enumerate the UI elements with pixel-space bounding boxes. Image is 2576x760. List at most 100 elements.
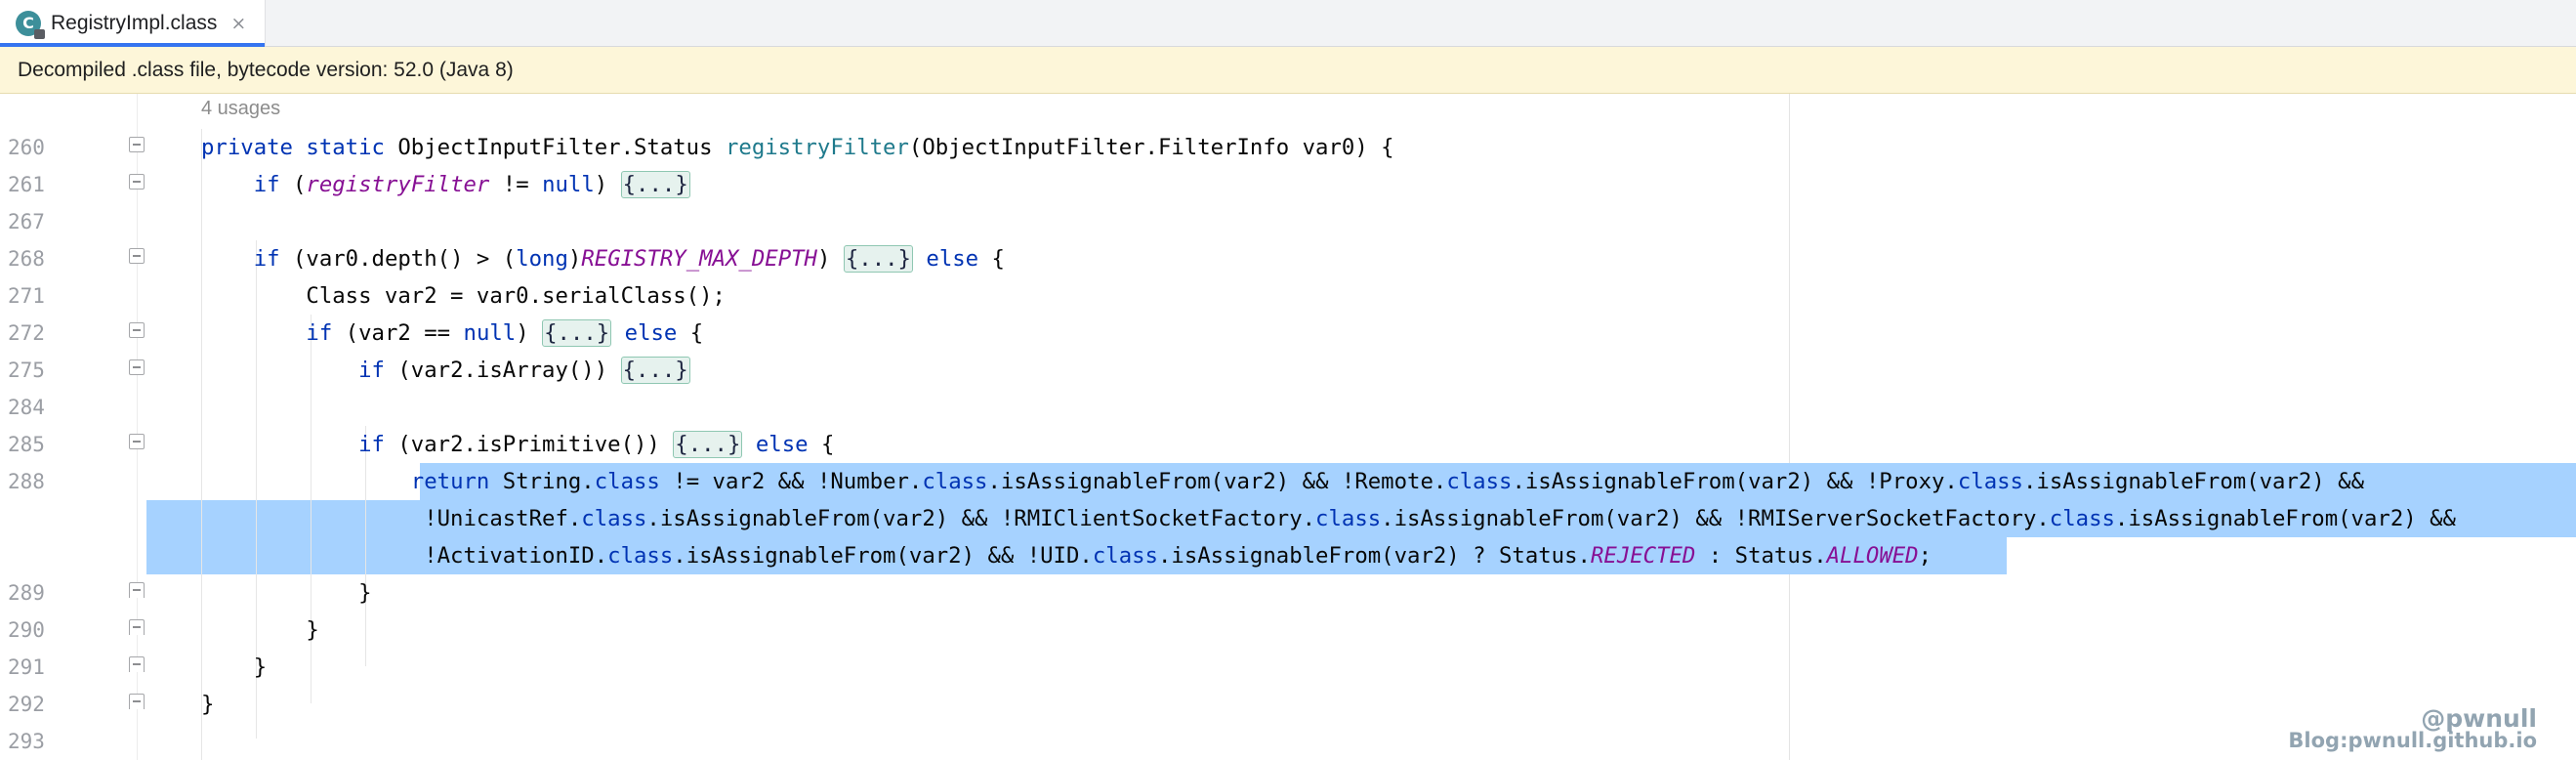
code-line[interactable]: return String.class != var2 && !Number.c… — [201, 467, 2364, 496]
line-number[interactable]: 284 — [8, 393, 66, 422]
fold-minus-icon[interactable] — [129, 137, 145, 152]
line-number[interactable]: 261 — [8, 170, 66, 199]
keyword-token: class — [1446, 469, 1513, 494]
fold-end-icon[interactable] — [129, 694, 145, 709]
code-token: .isAssignableFrom(var2) && !UID. — [673, 543, 1093, 569]
keyword-token: class — [1957, 469, 2023, 494]
line-number[interactable]: 290 — [8, 615, 66, 645]
keyword-token: if — [253, 172, 293, 197]
fold-minus-icon[interactable] — [129, 248, 145, 264]
folded-code-placeholder[interactable]: {...} — [620, 357, 690, 384]
code-token: .isAssignableFrom(var2) && !Proxy. — [1512, 469, 1958, 494]
code-token: !UnicastRef. — [201, 506, 582, 531]
fold-minus-icon[interactable] — [129, 359, 145, 375]
code-token: .isAssignableFrom(var2) ? Status. — [1157, 543, 1591, 569]
code-line[interactable]: if (var2.isPrimitive()) {...} else { — [201, 430, 834, 459]
line-number[interactable]: 275 — [8, 356, 66, 385]
decompiled-banner: Decompiled .class file, bytecode version… — [0, 47, 2576, 94]
keyword-token: else — [624, 320, 678, 346]
static-field-token: registryFilter — [306, 172, 490, 197]
banner-text: Decompiled .class file, bytecode version… — [18, 58, 514, 81]
code-token: (var2 == — [345, 320, 464, 346]
code-editor[interactable]: 4 usages 260 private static ObjectInputFi… — [0, 94, 2576, 760]
line-number[interactable]: 291 — [8, 653, 66, 682]
code-token: String. — [502, 469, 595, 494]
code-line[interactable]: if (registryFilter != null) {...} — [201, 170, 690, 199]
code-token: ) — [567, 246, 582, 272]
code-token: (var0.depth() > ( — [292, 246, 517, 272]
tab-label: RegistryImpl.class — [51, 11, 218, 34]
usages-inlay-hint[interactable]: 4 usages — [201, 94, 280, 123]
line-number[interactable]: 292 — [8, 690, 66, 719]
keyword-token: null — [542, 172, 595, 197]
code-line[interactable]: if (var0.depth() > (long)REGISTRY_MAX_DE… — [201, 244, 1005, 274]
line-number[interactable]: 260 — [8, 133, 66, 162]
line-number[interactable]: 268 — [8, 244, 66, 274]
method-name-token: registryFilter — [725, 135, 909, 160]
keyword-token: if — [306, 320, 346, 346]
folded-code-placeholder[interactable]: {...} — [673, 431, 743, 458]
code-token: != — [489, 172, 543, 197]
code-token: { — [808, 432, 835, 457]
folded-code-placeholder[interactable]: {...} — [843, 245, 913, 273]
code-line[interactable]: !ActivationID.class.isAssignableFrom(var… — [201, 541, 1932, 570]
code-line[interactable]: } — [201, 690, 214, 719]
fold-end-icon[interactable] — [129, 619, 145, 635]
code-token: (var2.isPrimitive()) — [397, 432, 674, 457]
static-field-token: ALLOWED — [1826, 543, 1919, 569]
keyword-token: long — [516, 246, 568, 272]
line-number[interactable]: 288 — [8, 467, 66, 496]
code-line[interactable]: !UnicastRef. class.isAssignableFrom(var2)… — [201, 504, 2456, 533]
fold-minus-icon[interactable] — [129, 322, 145, 338]
code-line[interactable]: if (var2.isArray()) {...} — [201, 356, 690, 385]
code-token: != var2 && !Number. — [659, 469, 923, 494]
code-line[interactable]: } — [201, 578, 371, 608]
code-token: ) — [816, 246, 844, 272]
keyword-token: private static — [201, 135, 398, 160]
code-token: .isAssignableFrom(var2) && — [2022, 469, 2365, 494]
keyword-token: else — [755, 432, 809, 457]
keyword-token: class — [594, 469, 660, 494]
code-line[interactable]: if (var2 == null) {...} else { — [201, 318, 703, 348]
line-number[interactable]: 267 — [8, 207, 66, 236]
line-number[interactable] — [8, 504, 66, 533]
fold-minus-icon[interactable] — [129, 434, 145, 449]
keyword-token: else — [926, 246, 979, 272]
code-token: ( — [292, 172, 307, 197]
code-line[interactable]: private static ObjectInputFilter.Status … — [201, 133, 1394, 162]
keyword-token: return — [410, 469, 503, 494]
static-field-token: REJECTED — [1590, 543, 1696, 569]
line-number[interactable]: 272 — [8, 318, 66, 348]
code-token: ObjectInputFilter.Status — [397, 135, 726, 160]
line-number[interactable]: 293 — [8, 727, 66, 756]
fold-minus-icon[interactable] — [129, 174, 145, 190]
java-class-icon: C — [16, 10, 45, 39]
line-number[interactable] — [8, 541, 66, 570]
keyword-token: null — [463, 320, 517, 346]
fold-end-icon[interactable] — [129, 582, 145, 598]
editor-tab-bar: C RegistryImpl.class × — [0, 0, 2576, 47]
line-number[interactable]: 271 — [8, 281, 66, 311]
close-icon[interactable]: × — [230, 13, 246, 34]
keyword-token: class — [2049, 506, 2115, 531]
code-token: !ActivationID. — [201, 543, 608, 569]
keyword-token: if — [358, 432, 398, 457]
code-token: .isAssignableFrom(var2) && — [2114, 506, 2456, 531]
code-token: (ObjectInputFilter.FilterInfo var0) { — [908, 135, 1394, 160]
fold-end-icon[interactable] — [129, 656, 145, 672]
line-number[interactable]: 285 — [8, 430, 66, 459]
code-line[interactable]: Class var2 = var0.serialClass(); — [201, 281, 726, 311]
folded-code-placeholder[interactable]: {...} — [620, 171, 690, 198]
code-line[interactable]: } — [201, 653, 267, 682]
tab-registryimpl-class[interactable]: C RegistryImpl.class × — [0, 0, 266, 47]
line-number[interactable]: 289 — [8, 578, 66, 608]
code-line[interactable]: } — [201, 615, 318, 645]
folded-code-placeholder[interactable]: {...} — [542, 319, 612, 347]
